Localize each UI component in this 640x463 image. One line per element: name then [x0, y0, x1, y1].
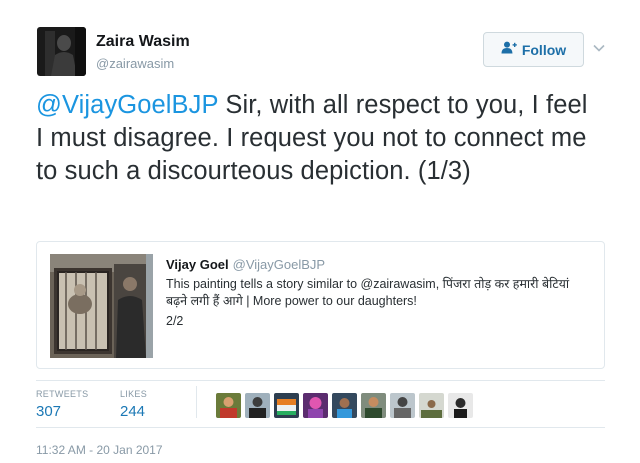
- tweet-mention-link[interactable]: @VijayGoelBJP: [36, 91, 218, 119]
- tweet-timestamp[interactable]: 11:32 AM - 20 Jan 2017: [36, 443, 163, 457]
- author-avatar[interactable]: [37, 27, 86, 76]
- likes-label: LIKES: [120, 389, 148, 399]
- quoted-tweet-card[interactable]: Vijay Goel @VijayGoelBJP This painting te…: [36, 241, 605, 369]
- quoted-tweet-text: This painting tells a story similar to @…: [166, 277, 570, 308]
- quoted-tweet-count: 2/2: [166, 314, 184, 328]
- stats-top-divider: [36, 380, 605, 381]
- quoted-tweet-image[interactable]: [50, 254, 153, 358]
- tweet-text: @VijayGoelBJP Sir, with all respect to y…: [36, 89, 601, 188]
- follow-button-label: Follow: [521, 41, 567, 58]
- add-user-icon: [501, 41, 517, 59]
- likes-count[interactable]: 244: [120, 403, 145, 420]
- liker-avatar[interactable]: [419, 393, 444, 418]
- liker-avatar[interactable]: [332, 393, 357, 418]
- retweets-count[interactable]: 307: [36, 403, 61, 420]
- liker-avatar[interactable]: [448, 393, 473, 418]
- liker-avatar[interactable]: [390, 393, 415, 418]
- quoted-author[interactable]: Vijay Goel @VijayGoelBJP: [166, 257, 325, 272]
- author-handle[interactable]: @zairawasim: [96, 56, 174, 71]
- liker-avatar[interactable]: [245, 393, 270, 418]
- stats-separator: [196, 386, 197, 418]
- stats-bottom-divider: [36, 427, 605, 428]
- quoted-author-handle: @VijayGoelBJP: [232, 257, 326, 272]
- liker-avatar[interactable]: [274, 393, 299, 418]
- liker-avatar[interactable]: [303, 393, 328, 418]
- quoted-author-name: Vijay Goel: [166, 257, 229, 272]
- chevron-down-icon[interactable]: [591, 40, 607, 56]
- retweets-label: RETWEETS: [36, 389, 89, 399]
- likers-avatars: [216, 393, 473, 418]
- liker-avatar[interactable]: [361, 393, 386, 418]
- follow-button[interactable]: Follow: [483, 32, 584, 67]
- liker-avatar[interactable]: [216, 393, 241, 418]
- author-name[interactable]: Zaira Wasim: [96, 33, 190, 51]
